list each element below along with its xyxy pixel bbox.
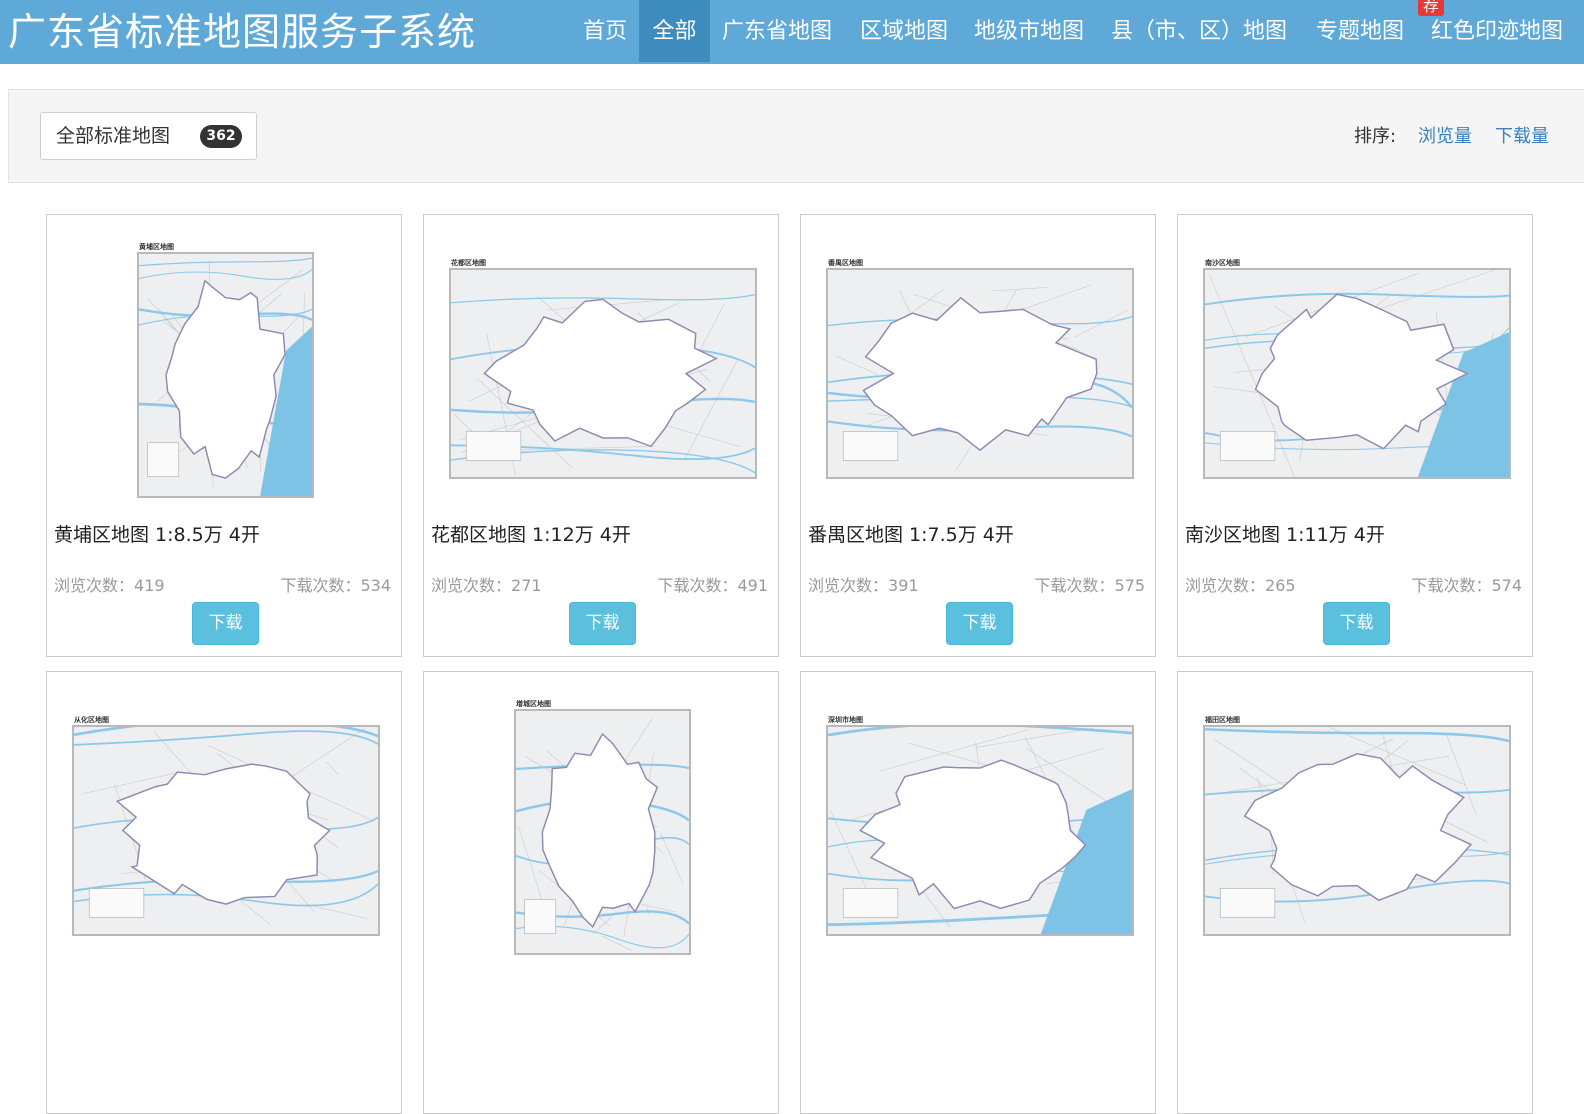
view-count-label: 浏览次数： — [54, 576, 134, 595]
map-card[interactable]: 花都区地图花都区地图 1:12万 4开浏览次数：271下载次数：491下载 — [423, 214, 779, 657]
recommend-badge: 荐 — [1418, 0, 1444, 16]
nav-home[interactable]: 首页 — [572, 0, 638, 62]
view-count-value: 271 — [511, 576, 542, 595]
sort-label: 排序: — [1354, 122, 1396, 148]
download-count-value: 491 — [737, 576, 768, 595]
download-count-label: 下载次数： — [1034, 576, 1114, 595]
map-thumbnail[interactable] — [826, 268, 1134, 479]
nav-regional-map[interactable]: 区域地图 — [860, 0, 948, 62]
download-count: 下载次数：575 — [1034, 572, 1145, 596]
thumbnail-map-title: 增城区地图 — [516, 699, 551, 709]
thumbnail-map-title: 南沙区地图 — [1205, 258, 1240, 268]
view-count-label: 浏览次数： — [1185, 576, 1265, 595]
map-thumbnail[interactable] — [1203, 268, 1511, 479]
sort-by-views-link[interactable]: 浏览量 — [1418, 122, 1472, 148]
view-count: 浏览次数：265 — [1185, 572, 1296, 596]
nav-guangdong-map[interactable]: 广东省地图 — [722, 0, 832, 62]
download-count-label: 下载次数： — [1411, 576, 1491, 595]
category-filter-label: 全部标准地图 — [56, 113, 170, 159]
map-card[interactable]: 番禺区地图番禺区地图 1:7.5万 4开浏览次数：391下载次数：575下载 — [800, 214, 1156, 657]
view-count: 浏览次数：391 — [808, 572, 919, 596]
nav-thematic-map[interactable]: 专题地图 — [1316, 0, 1404, 62]
nav-all[interactable]: 全部 — [639, 0, 710, 62]
download-count: 下载次数：491 — [657, 572, 768, 596]
map-thumbnail[interactable] — [1203, 725, 1511, 936]
map-card[interactable]: 黄埔区地图黄埔区地图 1:8.5万 4开浏览次数：419下载次数：534下载 — [46, 214, 402, 657]
thumbnail-map-title: 番禺区地图 — [828, 258, 863, 268]
thumbnail-map-title: 花都区地图 — [451, 258, 486, 268]
nav-red-heritage-map[interactable]: 红色印迹地图 — [1431, 0, 1563, 62]
view-count-label: 浏览次数： — [808, 576, 888, 595]
view-count-value: 419 — [134, 576, 165, 595]
map-title[interactable]: 花都区地图 1:12万 4开 — [431, 520, 631, 547]
thumbnail-map-title: 福田区地图 — [1205, 715, 1240, 725]
map-card[interactable]: 深圳市地图 — [800, 671, 1156, 1114]
download-count: 下载次数：574 — [1411, 572, 1522, 596]
map-thumbnail[interactable] — [449, 268, 757, 479]
map-card[interactable]: 福田区地图 — [1177, 671, 1533, 1114]
map-card[interactable]: 从化区地图 — [46, 671, 402, 1114]
filter-panel: 全部标准地图 362 排序: 浏览量 下载量 — [8, 89, 1584, 183]
download-button[interactable]: 下载 — [946, 602, 1013, 645]
view-count-value: 265 — [1265, 576, 1296, 595]
thumbnail-map-title: 黄埔区地图 — [139, 242, 174, 252]
sort-by-downloads-link[interactable]: 下载量 — [1495, 122, 1549, 148]
view-count: 浏览次数：271 — [431, 572, 542, 596]
top-navbar: 广东省标准地图服务子系统 首页 全部 广东省地图 区域地图 地级市地图 县（市、… — [0, 0, 1584, 64]
map-title[interactable]: 黄埔区地图 1:8.5万 4开 — [54, 520, 260, 547]
nav-prefecture-city-map[interactable]: 地级市地图 — [974, 0, 1084, 62]
thumbnail-map-title: 从化区地图 — [74, 715, 109, 725]
download-button[interactable]: 下载 — [1323, 602, 1390, 645]
category-filter-button[interactable]: 全部标准地图 362 — [40, 112, 257, 160]
download-button[interactable]: 下载 — [192, 602, 259, 645]
site-title[interactable]: 广东省标准地图服务子系统 — [8, 8, 476, 56]
download-count-value: 574 — [1491, 576, 1522, 595]
map-card[interactable]: 南沙区地图南沙区地图 1:11万 4开浏览次数：265下载次数：574下载 — [1177, 214, 1533, 657]
view-count-label: 浏览次数： — [431, 576, 511, 595]
nav-county-map[interactable]: 县（市、区）地图 — [1111, 0, 1287, 62]
download-count-label: 下载次数： — [657, 576, 737, 595]
download-count-value: 575 — [1114, 576, 1145, 595]
map-title[interactable]: 南沙区地图 1:11万 4开 — [1185, 520, 1385, 547]
map-thumbnail[interactable] — [514, 709, 691, 955]
view-count: 浏览次数：419 — [54, 572, 165, 596]
thumbnail-map-title: 深圳市地图 — [828, 715, 863, 725]
map-title[interactable]: 番禺区地图 1:7.5万 4开 — [808, 520, 1014, 547]
map-thumbnail[interactable] — [137, 252, 314, 498]
download-count-label: 下载次数： — [280, 576, 360, 595]
view-count-value: 391 — [888, 576, 919, 595]
download-count: 下载次数：534 — [280, 572, 391, 596]
map-thumbnail[interactable] — [826, 725, 1134, 936]
download-count-value: 534 — [360, 576, 391, 595]
map-thumbnail[interactable] — [72, 725, 380, 936]
download-button[interactable]: 下载 — [569, 602, 636, 645]
map-card[interactable]: 增城区地图 — [423, 671, 779, 1114]
map-count-badge: 362 — [200, 125, 242, 148]
